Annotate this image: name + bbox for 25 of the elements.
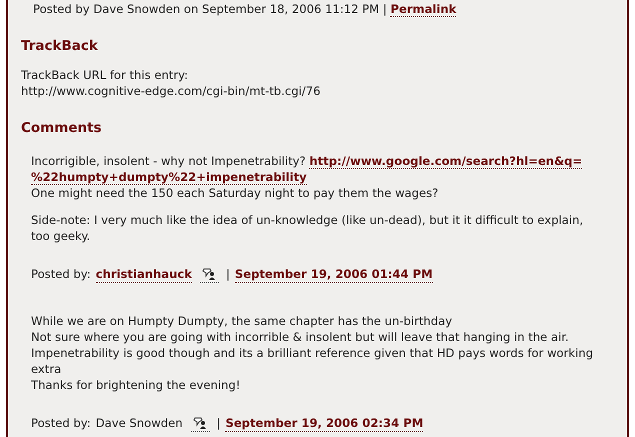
comment-date-link[interactable]: September 19, 2006 01:44 PM: [234, 266, 433, 283]
section-heading: TrackBack: [21, 37, 99, 55]
comment-text: Not sure where you are going with incorrible & insolent but will leave that hanging in the air.: [31, 329, 570, 345]
posted-label: Posted by:: [31, 266, 91, 282]
comment-link[interactable]: %22humpty+dumpty%22+impenetrability: [31, 170, 307, 185]
comment-text: Impenetrability is good though and its a brilliant reference given that HD pays words for working extra: [31, 345, 594, 377]
trackback-text: http://www.cognitive-edge.com/cgi-bin/mt-tb.cgi/76: [21, 83, 322, 99]
permalink-link[interactable]: Permalink: [390, 2, 456, 17]
section-heading: Comments: [21, 119, 103, 137]
comment-text: While we are on Humpty Dumpty, the same chapter has the un-birthday: [31, 313, 454, 329]
comment-text: Incorrigible, insolent - why not Impenetrability?: [31, 154, 306, 168]
comment-text: Side-note: I very much like the idea of un-knowledge (like un-dead), but it it difficult to explain, too geeky.: [31, 212, 584, 244]
comment-date-link[interactable]: September 19, 2006 02:34 PM: [225, 415, 424, 432]
post-info: Posted by Dave Snowden on September 18, 2006 11:12 PM |: [33, 2, 387, 16]
user-profile-icon[interactable]: [190, 416, 212, 432]
author-link[interactable]: christianhauck: [96, 266, 192, 283]
user-profile-icon[interactable]: [198, 267, 221, 283]
posted-label: Posted by:: [31, 415, 91, 431]
separator: |: [216, 415, 220, 431]
trackback-text: TrackBack URL for this entry:: [21, 67, 190, 83]
author-name: Dave Snowden: [96, 415, 183, 431]
separator: |: [226, 266, 230, 282]
comment-link[interactable]: http://www.google.com/search?hl=en&q=: [309, 154, 582, 169]
comment-text: One might need the 150 each Saturday night to pay them the wages?: [31, 185, 440, 201]
comment-text: Thanks for brightening the evening!: [31, 377, 242, 393]
